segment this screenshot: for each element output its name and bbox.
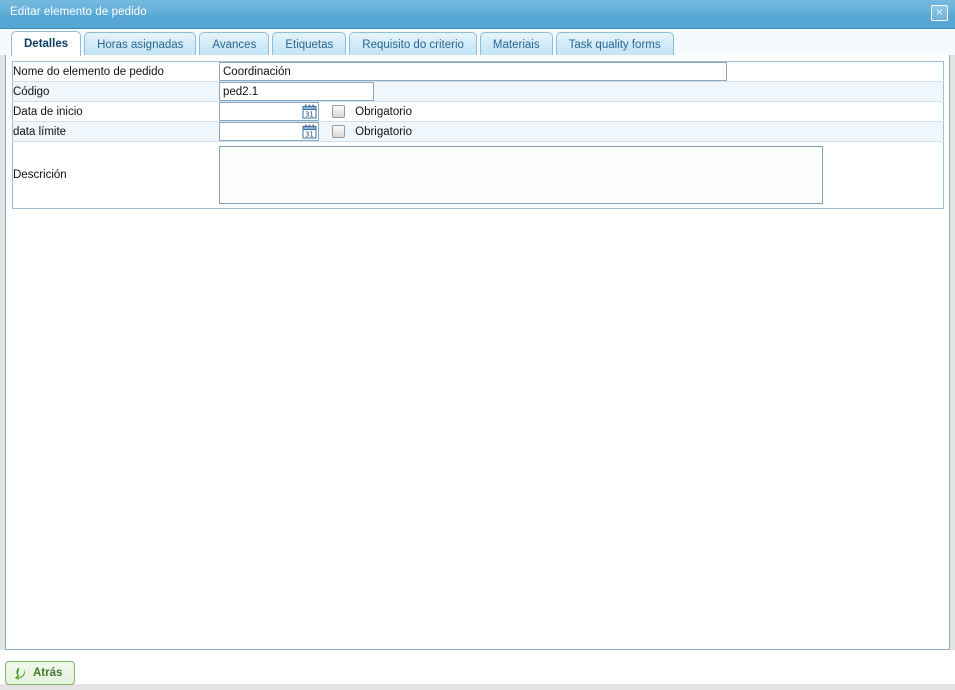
start-date-field: 31 <box>219 102 319 121</box>
tab-label: Materiais <box>493 39 540 51</box>
form-row-name: Nome do elemento de pedido <box>13 62 944 82</box>
name-input[interactable] <box>219 62 727 81</box>
code-input[interactable] <box>219 82 374 101</box>
tab-label: Avances <box>212 39 256 51</box>
form-row-description: Descrición <box>13 142 944 209</box>
panel-shadow-bottom <box>0 684 955 690</box>
tab-avances[interactable]: Avances <box>199 32 269 56</box>
back-button-label: Atrás <box>33 667 62 679</box>
deadline-field: 31 <box>219 122 319 141</box>
back-button[interactable]: Atrás <box>5 661 75 685</box>
tab-materiais[interactable]: Materiais <box>480 32 553 56</box>
form-row-deadline: data límite 31 <box>13 122 944 142</box>
edit-order-element-window: Editar elemento de pedido × Detalles Hor… <box>0 0 955 690</box>
svg-text:31: 31 <box>305 130 314 138</box>
tab-detalles[interactable]: Detalles <box>11 31 81 56</box>
deadline-mandatory-checkbox[interactable] <box>332 125 345 138</box>
start-date-mandatory-checkbox[interactable] <box>332 105 345 118</box>
tab-label: Horas asignadas <box>97 39 183 51</box>
tab-label: Detalles <box>24 38 68 50</box>
field-cell-code <box>219 82 944 102</box>
close-glyph: × <box>932 6 947 20</box>
field-cell-deadline: 31 Obrigatorio <box>219 122 944 142</box>
order-element-form: Nome do elemento de pedido Código Data d… <box>12 61 944 209</box>
field-cell-name <box>219 62 944 82</box>
label-descricion: Descrición <box>13 142 220 209</box>
field-cell-start-date: 31 Obrigatorio <box>219 102 944 122</box>
close-icon[interactable]: × <box>931 5 948 21</box>
form-row-start-date: Data de inicio 3 <box>13 102 944 122</box>
back-arrow-icon <box>14 667 27 680</box>
tab-label: Task quality forms <box>569 39 661 51</box>
tab-horas-asignadas[interactable]: Horas asignadas <box>84 32 196 56</box>
label-data-de-inicio: Data de inicio <box>13 102 220 122</box>
window-titlebar: Editar elemento de pedido × <box>0 0 955 29</box>
label-data-limite: data límite <box>13 122 220 142</box>
panel-shadow-right <box>950 55 955 650</box>
tab-label: Requisito do criterio <box>362 39 464 51</box>
detalles-panel: Nome do elemento de pedido Código Data d… <box>5 55 950 650</box>
calendar-icon[interactable]: 31 <box>302 104 317 119</box>
svg-text:31: 31 <box>305 110 314 118</box>
label-codigo: Código <box>13 82 220 102</box>
calendar-icon[interactable]: 31 <box>302 124 317 139</box>
deadline-mandatory-label: Obrigatorio <box>355 126 412 138</box>
tab-task-quality-forms[interactable]: Task quality forms <box>556 32 674 56</box>
tab-etiquetas[interactable]: Etiquetas <box>272 32 346 56</box>
tab-requisito-do-criterio[interactable]: Requisito do criterio <box>349 32 477 56</box>
form-row-code: Código <box>13 82 944 102</box>
field-cell-description <box>219 142 944 209</box>
start-date-mandatory-label: Obrigatorio <box>355 106 412 118</box>
label-nome-do-elemento-de-pedido: Nome do elemento de pedido <box>13 62 220 82</box>
window-title: Editar elemento de pedido <box>10 6 147 18</box>
description-textarea[interactable] <box>219 146 823 204</box>
tab-label: Etiquetas <box>285 39 333 51</box>
tab-bar: Detalles Horas asignadas Avances Etiquet… <box>0 29 955 56</box>
tab-list: Detalles Horas asignadas Avances Etiquet… <box>11 31 674 56</box>
